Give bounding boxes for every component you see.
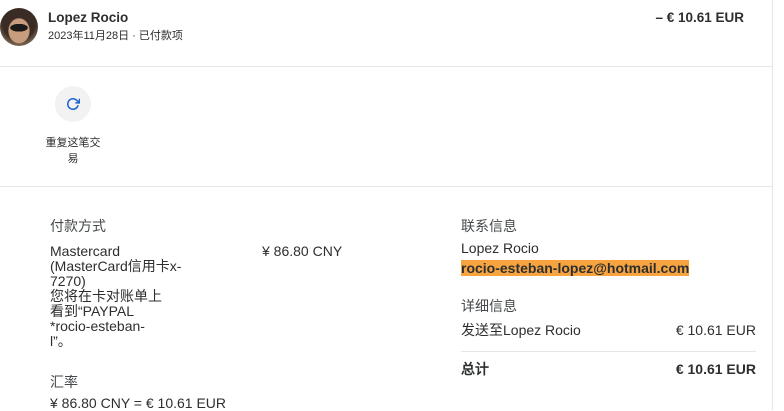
- total-row: 总计 € 10.61 EUR: [461, 361, 756, 377]
- transaction-detail-card: Lopez Rocio 2023年11月28日 · 已付款项 – € 10.61…: [0, 0, 773, 410]
- transaction-amount: – € 10.61 EUR: [655, 10, 744, 25]
- payment-amount: ¥ 86.80 CNY: [262, 243, 343, 259]
- exchange-rate-value: ¥ 86.80 CNY = € 10.61 EUR: [50, 395, 227, 411]
- contact-email: rocio-esteban-lopez@hotmail.com: [461, 259, 690, 277]
- divider: [0, 66, 772, 67]
- sent-to-label: 发送至Lopez Rocio: [461, 322, 581, 338]
- payment-method-heading: 付款方式: [50, 218, 106, 234]
- payment-method-line: 您将在卡对账单上: [50, 288, 162, 304]
- repeat-transaction-action[interactable]: 重复这笔交易: [43, 86, 103, 167]
- sent-to-row: 发送至Lopez Rocio € 10.61 EUR: [461, 322, 756, 338]
- divider: [461, 351, 756, 352]
- total-label: 总计: [461, 361, 489, 377]
- avatar: [0, 8, 38, 46]
- payment-method-line: Mastercard: [50, 243, 121, 259]
- repeat-transaction-button[interactable]: [55, 86, 91, 122]
- payee-name: Lopez Rocio: [48, 10, 129, 25]
- payment-method-line: l”。: [50, 333, 72, 349]
- total-amount: € 10.61 EUR: [675, 361, 756, 377]
- divider: [0, 186, 772, 187]
- contact-info-heading: 联系信息: [461, 218, 517, 234]
- contact-name: Lopez Rocio: [461, 240, 539, 256]
- sent-to-amount: € 10.61 EUR: [675, 322, 756, 338]
- payment-method-details: Mastercard (MasterCard信用卡x- 7270) 您将在卡对账…: [50, 244, 181, 349]
- payment-method-line: 看到“PAYPAL: [50, 303, 135, 319]
- transaction-date-status: 2023年11月28日 · 已付款项: [48, 30, 183, 42]
- exchange-rate-heading: 汇率: [50, 374, 78, 390]
- payment-method-line: 7270): [50, 273, 86, 289]
- refresh-icon: [67, 98, 80, 110]
- payment-method-line: *rocio-esteban-: [50, 318, 145, 334]
- repeat-transaction-label: 重复这笔交易: [45, 137, 101, 165]
- contact-email-text: rocio-esteban-lopez@hotmail.com: [461, 260, 690, 276]
- details-heading: 详细信息: [461, 298, 517, 314]
- payment-method-line: (MasterCard信用卡x-: [50, 258, 182, 274]
